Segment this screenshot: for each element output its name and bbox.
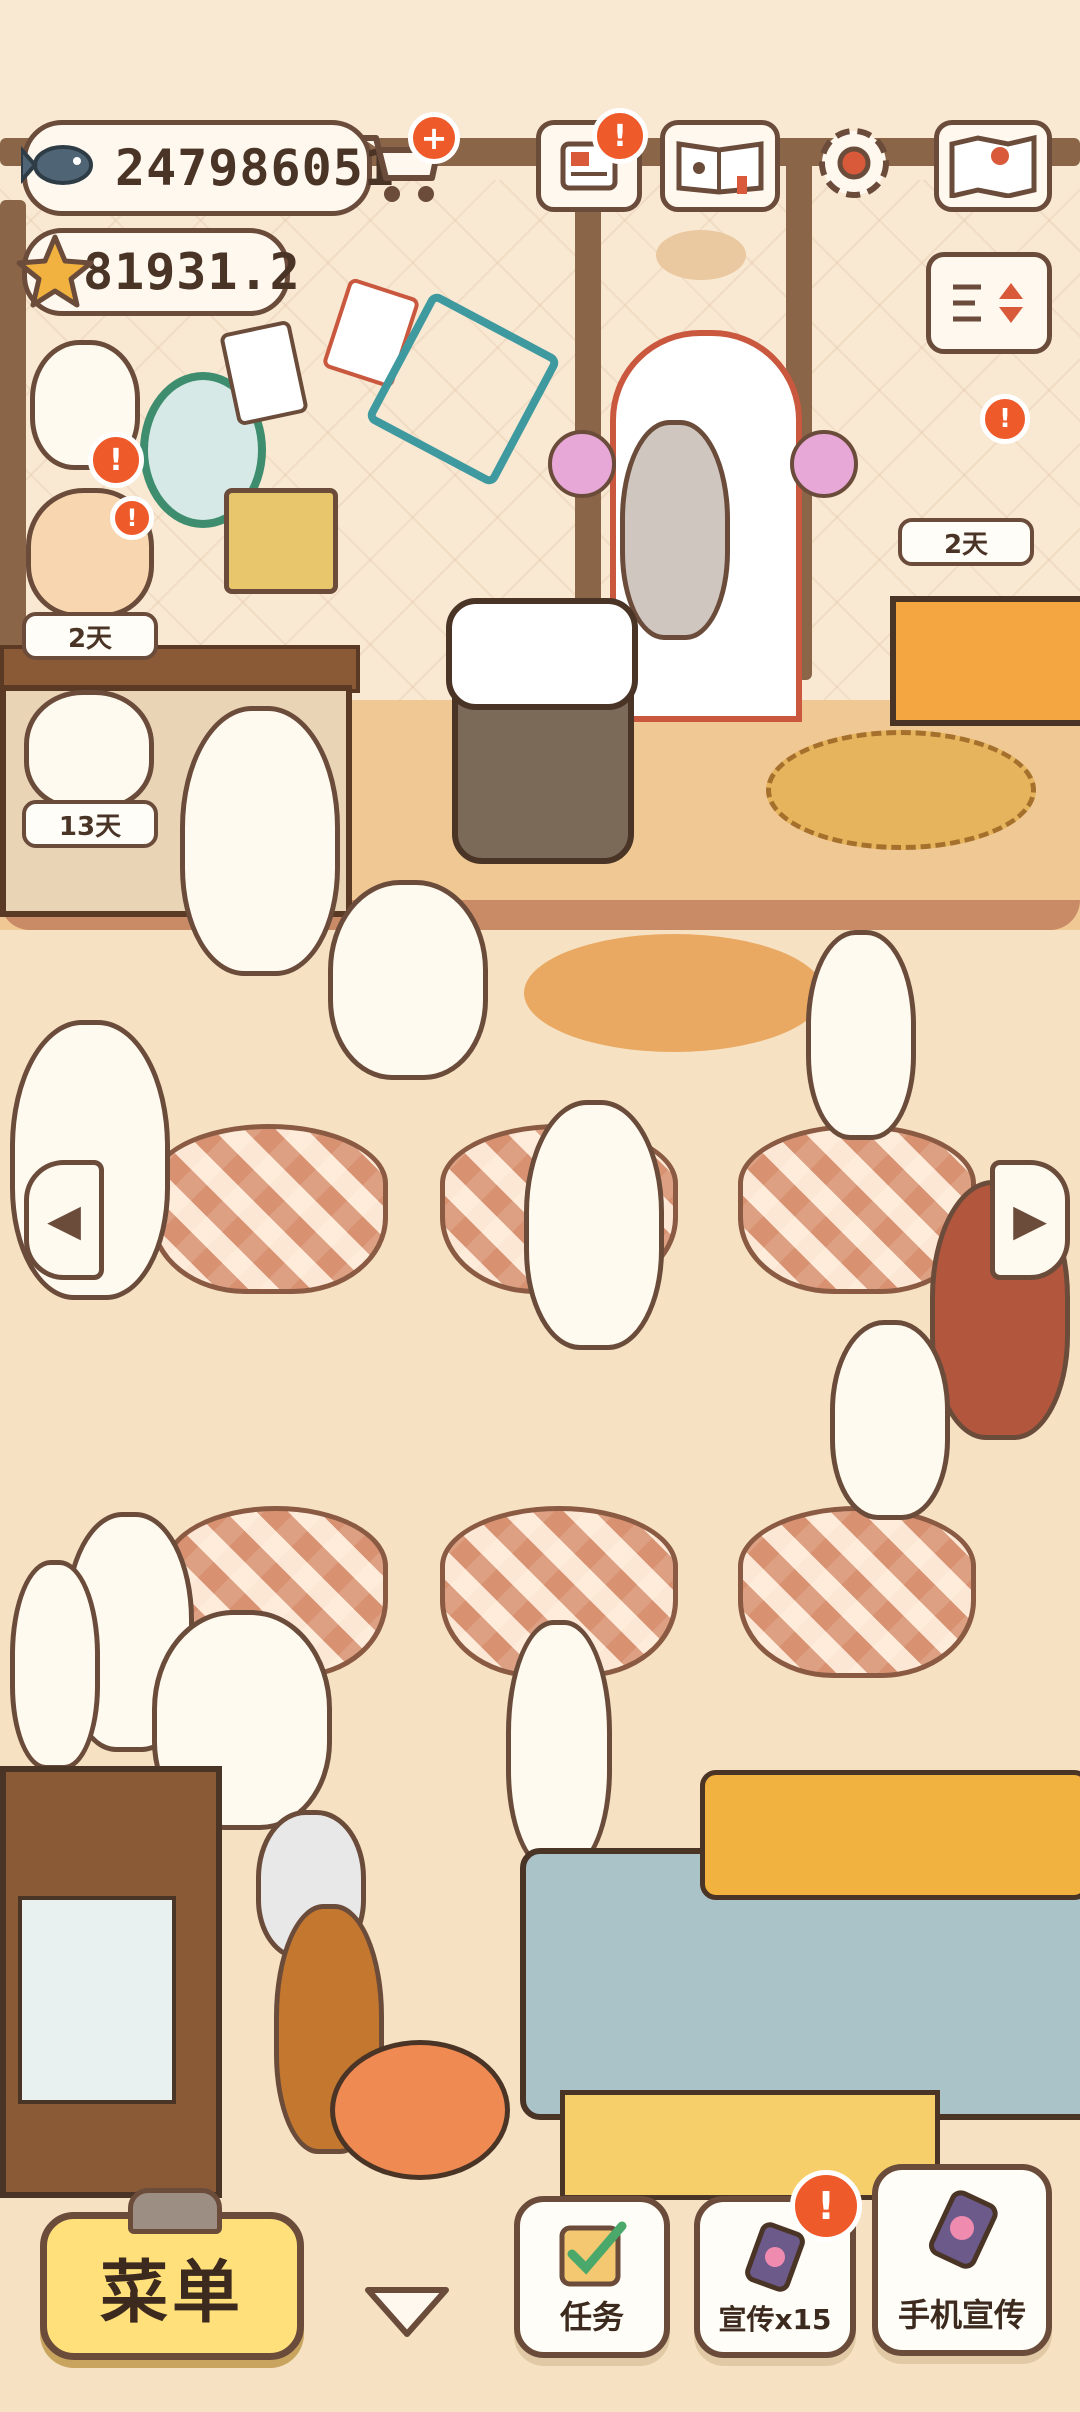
chevron-down-icon	[365, 2287, 449, 2337]
scroll-right-arrow[interactable]: ▶	[990, 1160, 1070, 1280]
cat-painting[interactable]	[890, 596, 1080, 726]
timer-tag: 2天	[898, 518, 1034, 566]
guide-book-button[interactable]	[660, 120, 780, 212]
mouse-guest[interactable]	[328, 880, 488, 1080]
gear-icon	[819, 128, 889, 198]
sort-toggle-icon	[953, 283, 1023, 323]
cat-rug	[524, 934, 824, 1052]
star-amount: 81931.2	[83, 243, 301, 301]
greyhound-guest[interactable]	[830, 1320, 950, 1520]
table-row1-left[interactable]	[150, 1124, 388, 1294]
promo-alert-badge[interactable]: !	[790, 2170, 862, 2242]
collapse-button[interactable]	[362, 2282, 452, 2342]
timer-tag: 2天	[22, 612, 158, 660]
rabbit-guest-center[interactable]	[506, 1620, 612, 1870]
timer-tag: 13天	[22, 800, 158, 848]
door-bow-left	[548, 430, 616, 498]
shop-plus-badge[interactable]: +	[408, 112, 460, 164]
wall-cat-emblem	[656, 230, 746, 280]
rabbit-guest-top[interactable]	[806, 930, 916, 1140]
dog-guest-bandana[interactable]	[524, 1100, 664, 1350]
phone-promo-icon	[928, 2190, 998, 2269]
paw-book-icon	[676, 141, 764, 195]
tasks-label: 任务	[559, 2298, 624, 2336]
tasks-button[interactable]: 任务	[514, 2196, 670, 2358]
fish-icon	[19, 129, 99, 199]
settings-button[interactable]	[806, 118, 902, 208]
menu-button[interactable]: 菜单	[40, 2212, 304, 2360]
hay-nest[interactable]	[766, 730, 1036, 850]
alert-badge[interactable]: !	[980, 394, 1030, 444]
menu-clip	[128, 2188, 222, 2234]
phone-promo-button[interactable]: 手机宣传	[872, 2164, 1052, 2356]
promo-label: 宣传x15	[718, 2303, 832, 2336]
raccoon-guest[interactable]	[620, 420, 730, 640]
sort-toggle-button[interactable]	[926, 252, 1052, 354]
pumpkin	[330, 2040, 510, 2180]
fish-currency-pill: 247986051	[19, 120, 394, 216]
pastry-board	[700, 1770, 1080, 1900]
phone-promo-label: 手机宣传	[897, 2296, 1026, 2334]
door-bow-right	[790, 430, 858, 498]
checklist-icon	[559, 2221, 627, 2287]
star-currency-pill: 81931.2	[16, 228, 300, 316]
scroll-left-arrow[interactable]: ◀	[24, 1160, 104, 1280]
alert-badge[interactable]: !	[88, 432, 144, 488]
cabinet-glass	[18, 1896, 176, 2104]
star-icon	[15, 231, 95, 311]
rabbit-guest-left[interactable]	[10, 1560, 100, 1770]
map-icon	[949, 134, 1037, 198]
alert-badge[interactable]: !	[110, 496, 154, 540]
table-row2-right[interactable]	[738, 1506, 976, 1678]
notice-badge[interactable]: !	[592, 108, 648, 164]
cat-guest-shelf[interactable]	[24, 690, 154, 810]
map-button[interactable]	[934, 120, 1052, 212]
xo-box[interactable]	[224, 488, 338, 594]
roaster-snow-top	[446, 598, 638, 710]
sheep-guest-green[interactable]	[180, 706, 340, 976]
menu-label: 菜单	[99, 2253, 244, 2333]
